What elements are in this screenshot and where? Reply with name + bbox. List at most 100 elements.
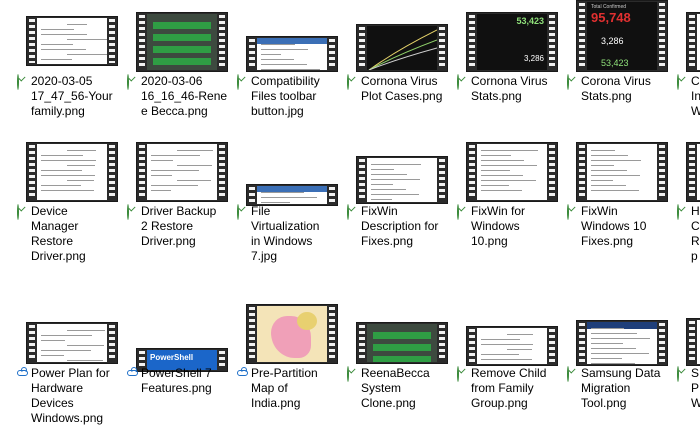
- file-thumbnail[interactable]: [677, 302, 700, 366]
- file-tile[interactable]: ReenaBecca System Clone.png: [347, 302, 457, 447]
- file-name-line: Stats.png: [471, 89, 522, 103]
- thumbnail-image: [587, 322, 657, 364]
- file-name[interactable]: Remove Child from Family Group.png: [457, 366, 567, 411]
- file-name-line: Migration: [581, 381, 631, 395]
- file-tile[interactable]: Driver Backup 2 Restore Driver.png: [127, 140, 237, 285]
- file-tile[interactable]: 2020-03-06 16_16_46-Rene e Becca.png: [127, 10, 237, 155]
- file-thumbnail[interactable]: Total Confirmed 95,748 3,286 53,423: [567, 0, 677, 72]
- file-name-text: FixWin Windows 10 Fixes.png: [567, 204, 677, 249]
- film-perforation: [579, 3, 585, 69]
- film-perforation: [139, 15, 145, 69]
- file-name[interactable]: Power Plan for Hardware Devices Windows.png: [17, 366, 127, 426]
- thumb-line: [261, 202, 290, 203]
- file-name[interactable]: Device Manager Restore Driver.png: [17, 204, 127, 264]
- film-perforation: [549, 145, 555, 199]
- file-thumbnail[interactable]: [457, 302, 567, 366]
- film-perforation: [469, 145, 475, 199]
- file-name[interactable]: 2020-03-06 16_16_46-Rene e Becca.png: [127, 74, 237, 119]
- file-tile[interactable]: 53,423 3,286 Cornona Virus Stats.png: [457, 10, 567, 155]
- file-tile[interactable]: Remove Child from Family Group.png: [457, 302, 567, 447]
- file-tile[interactable]: C In W: [677, 10, 700, 155]
- thumbnail-image: [257, 186, 327, 204]
- file-name-line: Compatibility: [251, 74, 320, 88]
- thumb-line: [41, 44, 73, 45]
- filmstrip-frame: [26, 16, 118, 66]
- file-name-line: India.png: [251, 396, 301, 410]
- film-perforation: [109, 145, 115, 199]
- file-thumbnail[interactable]: [347, 140, 457, 204]
- file-name-line: Manager: [31, 219, 79, 233]
- file-thumbnail[interactable]: [237, 10, 347, 72]
- file-thumbnail[interactable]: [237, 140, 347, 206]
- file-thumbnail[interactable]: [457, 140, 567, 202]
- file-thumbnail[interactable]: [17, 302, 127, 364]
- thumb-line: [591, 358, 622, 359]
- file-tile[interactable]: Pre-Partition Map of India.png: [237, 302, 347, 447]
- file-tile[interactable]: Compatibility Files toolbar button.jpg: [237, 10, 347, 155]
- file-tile[interactable]: HCRp: [677, 140, 700, 285]
- check-circle-icon: [347, 366, 359, 382]
- file-name[interactable]: FixWin for Windows 10.png: [457, 204, 567, 249]
- thumb-line: [41, 175, 95, 176]
- file-name[interactable]: ReenaBecca System Clone.png: [347, 366, 457, 411]
- file-name-line: Samsung Data: [581, 366, 661, 380]
- file-name[interactable]: Compatibility Files toolbar button.jpg: [237, 74, 347, 119]
- file-thumbnail[interactable]: [677, 10, 700, 72]
- thumb-line: [481, 150, 538, 151]
- file-name[interactable]: Corona Virus Stats.png: [567, 74, 677, 104]
- file-thumbnail[interactable]: [567, 302, 677, 366]
- file-tile[interactable]: File Virtualization in Windows 7.jpg: [237, 140, 347, 285]
- file-thumbnail[interactable]: [567, 140, 677, 202]
- file-name-line: Plot Cases.png: [361, 89, 443, 103]
- file-name[interactable]: 2020-03-05 17_47_56-Your family.png: [17, 74, 127, 119]
- file-name-line: Windows.png: [31, 411, 104, 425]
- file-thumbnail[interactable]: PowerShell: [127, 302, 237, 372]
- film-perforation: [359, 325, 365, 361]
- file-name[interactable]: PowerShell 7 Features.png: [127, 366, 237, 396]
- film-perforation: [219, 15, 225, 69]
- file-tile[interactable]: 2020-03-05 17_47_56-Your family.png: [17, 10, 127, 155]
- file-thumbnail[interactable]: [127, 140, 237, 202]
- file-tile[interactable]: Samsung Data Migration Tool.png: [567, 302, 677, 447]
- file-thumbnail[interactable]: [237, 302, 347, 364]
- thumb-counter-mid: 3,286: [601, 36, 624, 46]
- file-name[interactable]: Driver Backup 2 Restore Driver.png: [127, 204, 237, 249]
- file-name[interactable]: C In W: [677, 74, 700, 119]
- file-tile[interactable]: PowerShell PowerShell 7 Features.png: [127, 302, 237, 447]
- file-thumbnail[interactable]: [677, 140, 700, 202]
- check-circle-icon: [457, 366, 469, 382]
- file-name[interactable]: Pre-Partition Map of India.png: [237, 366, 347, 411]
- file-thumbnail[interactable]: [347, 10, 457, 72]
- file-tile[interactable]: Total Confirmed 95,748 3,286 53,423 Corona V…: [567, 0, 677, 155]
- file-name[interactable]: Samsung Data Migration Tool.png: [567, 366, 677, 411]
- file-thumbnail[interactable]: [347, 302, 457, 364]
- thumb-line: [481, 180, 536, 181]
- file-name[interactable]: SPW: [677, 366, 700, 411]
- file-name[interactable]: File Virtualization in Windows 7.jpg: [237, 204, 347, 264]
- file-thumbnail[interactable]: [17, 10, 127, 70]
- file-name[interactable]: Cornona Virus Stats.png: [457, 74, 567, 104]
- file-thumbnail[interactable]: [17, 140, 127, 202]
- file-name-line: System: [361, 381, 402, 395]
- file-name[interactable]: FixWin Windows 10 Fixes.png: [567, 204, 677, 249]
- file-name[interactable]: HCRp: [677, 204, 700, 264]
- filmstrip-frame: [356, 156, 448, 204]
- thumb-line: [481, 344, 533, 345]
- file-tile[interactable]: Device Manager Restore Driver.png: [17, 140, 127, 285]
- file-name-line: In: [691, 89, 700, 103]
- file-name-line: p: [691, 249, 698, 263]
- file-tile[interactable]: SPW: [677, 302, 700, 447]
- file-tile[interactable]: Cornona Virus Plot Cases.png: [347, 10, 457, 155]
- file-thumbnail[interactable]: [127, 10, 237, 72]
- file-tile[interactable]: FixWin Windows 10 Fixes.png: [567, 140, 677, 285]
- file-tile[interactable]: FixWin Description for Fixes.png: [347, 140, 457, 285]
- file-thumbnail[interactable]: 53,423 3,286: [457, 10, 567, 72]
- file-name[interactable]: Cornona Virus Plot Cases.png: [347, 74, 457, 104]
- file-tile[interactable]: FixWin for Windows 10.png: [457, 140, 567, 285]
- thumb-line: [41, 49, 86, 50]
- file-name-text: Driver Backup 2 Restore Driver.png: [127, 204, 237, 249]
- file-name[interactable]: FixWin Description for Fixes.png: [347, 204, 457, 249]
- thumb-line: [481, 354, 519, 355]
- thumb-powershell-title: PowerShell: [150, 353, 194, 362]
- file-tile[interactable]: Power Plan for Hardware Devices Windows.png: [17, 302, 127, 447]
